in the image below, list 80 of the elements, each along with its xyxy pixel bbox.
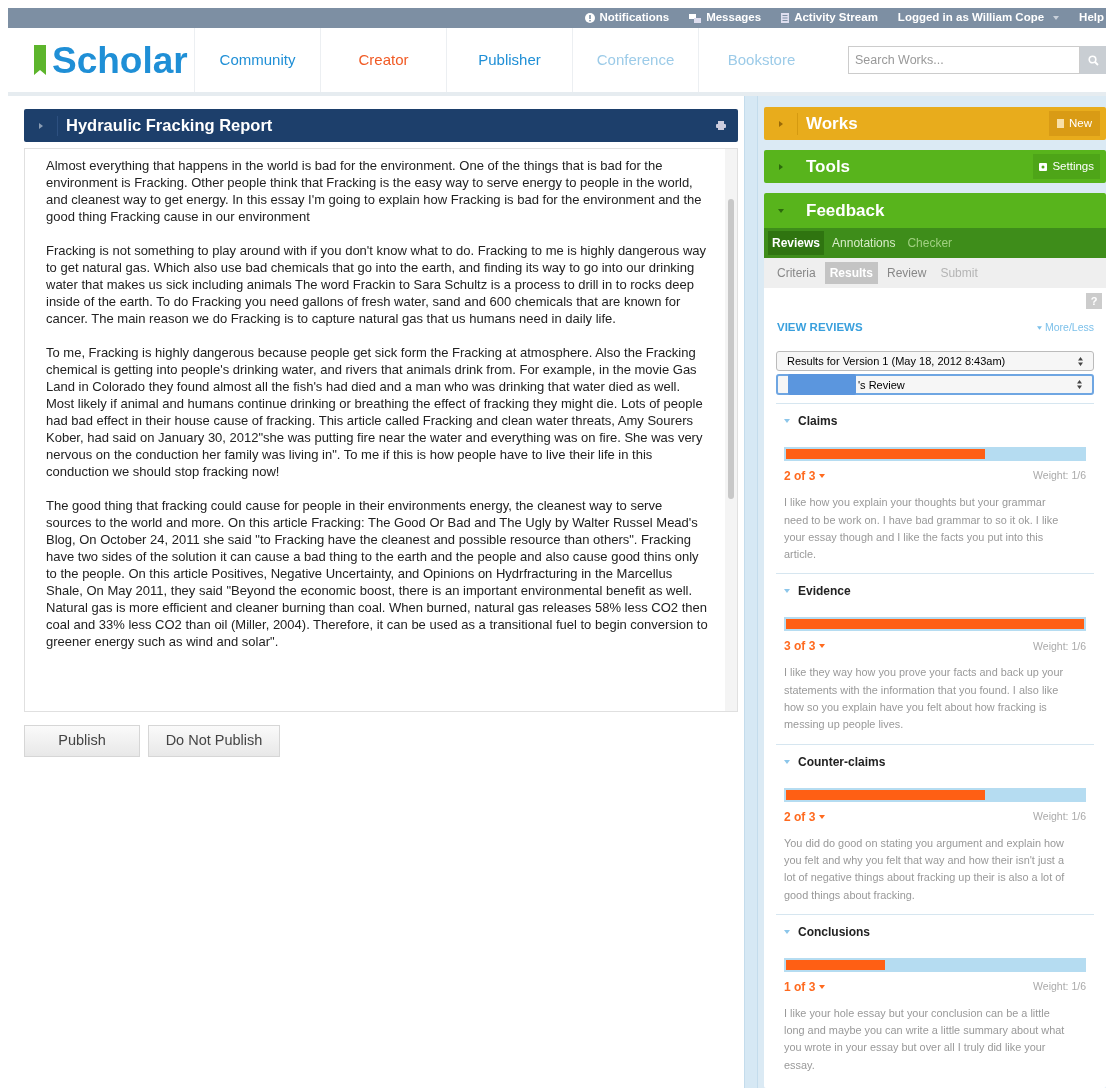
collapse-icon[interactable] (784, 419, 790, 424)
nav-tab[interactable]: Publisher (446, 28, 572, 92)
redaction-mark (788, 374, 856, 396)
score-dropdown[interactable]: 3 of 3 (784, 637, 826, 656)
search-field[interactable]: Search Works... (848, 46, 1080, 74)
expand-icon[interactable] (779, 163, 783, 170)
weight-label: Weight: 1/6 (1033, 978, 1086, 994)
document-icon (1057, 119, 1064, 128)
criterion-title: Counter-claims (798, 753, 886, 771)
work-title: Hydraulic Fracking Report (65, 115, 274, 137)
more-less-link[interactable]: More/Less (1036, 319, 1094, 336)
collapse-icon[interactable] (784, 589, 790, 594)
logo: Scholar (52, 41, 188, 79)
collapse-icon[interactable] (784, 759, 790, 764)
essay-paragraph: Fracking is not something to play around with if you don't know what to do. Fracking to me is highly dangerous way to get natural gas. Which also use bad chemicals that go into the earth, and finding its way to go into our drinking water that makes us sick including animals The word Frackin to Sara Schultz is a process to drill in to rocks deep inside of the earth. To do Fracking you need gallons of fresh water, sand and 600 chemicals that are known for cancer. The main reason we do Fracking is to capture natural gas that us humans need in daily life. (46, 242, 708, 327)
toggle-icon (1036, 325, 1042, 330)
essay-paragraph: To me, Fracking is highly dangerous because people get sick form the Fracking at atmosphere. Also the Fracking chemical is getting into people's drinking water, and rivers that animals drink from. For example, in the movie Gas Land in Colorado they found almost all the fish's had died and a man who was drinking that water died as well. Most likely if animal and humans continue drinking or breathing the effect of fracking they might die. Lots of people had bad effect in their house cause of fracking. This article called Fracking and clean water threats, Amy Sourers Kober, had said on January 30, 2012"she was putting fire near the water and everything was on fire. She was very nervous on the conduction her family was living in". To me if this is how people have to live their life in this conduction we should stop fracking now! (46, 344, 704, 480)
nav-tab[interactable]: Creator (320, 28, 446, 92)
score-dropdown[interactable]: 2 of 3 (784, 467, 826, 486)
reviewer-select[interactable]: 's Review (776, 374, 1094, 396)
notifications-link[interactable]: Notifications (584, 9, 670, 27)
score-label: 2 of 3 (784, 808, 816, 826)
score-dropdown[interactable]: 2 of 3 (784, 807, 826, 826)
criterion-title: Claims (798, 413, 838, 431)
new-button[interactable]: New (1049, 111, 1100, 136)
collapse-icon[interactable] (784, 929, 790, 934)
print-icon[interactable] (716, 121, 726, 130)
criterion-title: Conclusions (798, 923, 870, 941)
caret-icon (819, 474, 826, 479)
user-menu[interactable]: Logged in as William Cope (897, 9, 1060, 27)
weight-label: Weight: 1/6 (1033, 808, 1086, 824)
score-dropdown[interactable]: 1 of 3 (784, 977, 826, 996)
help-link[interactable]: Help (1079, 9, 1104, 27)
settings-button[interactable]: Settings (1033, 154, 1100, 179)
version-select[interactable]: Results for Version 1 (May 18, 2012 8:43am) (776, 351, 1094, 372)
search-button[interactable] (1080, 46, 1106, 74)
panel-title: Works (805, 112, 859, 135)
caret-icon (819, 984, 826, 989)
panel-title: Tools (805, 155, 852, 178)
section-heading: VIEW REVIEWS (777, 320, 863, 335)
feedback-tab[interactable]: Annotations (828, 231, 900, 255)
review-comment: You did do good on stating you argument and explain how you felt and why you felt that way and how their isn't just a lot of negative things about fracking up their is also a lot of good things about fracking. (784, 835, 1066, 903)
do-not-publish-button[interactable]: Do Not Publish (148, 725, 280, 757)
caret-icon (1053, 16, 1060, 20)
caret-icon (819, 644, 826, 649)
caret-icon (819, 814, 826, 819)
expand-icon[interactable] (38, 122, 43, 129)
splitter-bar[interactable] (744, 96, 758, 1088)
score-label: 2 of 3 (784, 468, 816, 486)
expand-icon[interactable] (778, 120, 783, 127)
score-label: 1 of 3 (784, 978, 816, 996)
review-comment: I like how you explain your thoughts but your grammar need to be work on. I have bad grammar to so it ok. I like your essay though and I like the facts you put into this article. (784, 495, 1060, 563)
search-icon (1087, 54, 1099, 66)
messages-link[interactable]: Messages (689, 9, 762, 27)
panel-title: Feedback (805, 199, 885, 222)
publish-button[interactable]: Publish (24, 725, 140, 757)
updown-icon (1077, 380, 1082, 390)
review-comment: I like your hole essay but your conclusion can be a little long and maybe you can write a little summary about what you wrote in your essay but over all I truly did like your essay. (784, 1005, 1066, 1073)
scrollbar-thumb[interactable] (728, 199, 734, 499)
subtab[interactable]: Results (824, 262, 879, 284)
chat-icon (689, 13, 702, 23)
essay-paragraph: The good thing that fracking could cause for people in their environments energy, the cleanest way to serve sources to the world and more. On this article Fracking: The Good Or Bad and The Ugly by Walter Russel Mead's Blog, On October 24, 2011 she said "to Fracking have the cleanest and possible resource than others". Fracking have two sides of the solution it can cause a bad thing to the earth and the people and also cause good thins only to the people. On this article Positives, Negative Uncertainty, and Opinions on Hydrfracturing in the Marcellus Shale, On May 2011, they said "Beyond the economic boost, there is an important environmental benefit as well. Natural gas is more efficient and cleaner burning than coal. When burned, natural gas releases 58% less CO2 then coal and 33% less CO2 than oil (Miller, 2004). Therefore, it can be used as a transitional fuel to begin conversion to greener energy such as wind and solar". (46, 497, 709, 650)
review-comment: I like they way how you prove your facts and back up your statements with the information that you found. I also like how so you explain have you felt about how fracking is messing up people lives. (784, 665, 1065, 733)
weight-label: Weight: 1/6 (1033, 638, 1086, 654)
help-button[interactable]: ? (1086, 293, 1102, 309)
score-label: 3 of 3 (784, 638, 816, 656)
settings-icon (1039, 162, 1048, 171)
updown-icon (1078, 356, 1083, 366)
activity-link[interactable]: Activity Stream (781, 9, 878, 27)
feedback-tab[interactable]: Reviews (768, 231, 825, 255)
subtab[interactable]: Criteria (772, 262, 821, 284)
weight-label: Weight: 1/6 (1033, 468, 1086, 484)
nav-tab[interactable]: Community (194, 28, 320, 92)
bookmark-icon (34, 45, 46, 75)
subtab[interactable]: Review (882, 262, 932, 284)
list-icon (781, 13, 790, 23)
essay-paragraph: Almost everything that happens in the world is bad for the environment. One of the things that is bad for the environment is Fracking. Other people think that Fracking is the easy way to serve energy to people in the world, and cleanest way to get energy. In this essay I'm going to explain how Fracking is bad for the environment and the good thing Fracking cause in our environment (46, 157, 703, 225)
alert-icon (584, 13, 595, 23)
criterion-title: Evidence (798, 583, 851, 601)
collapse-icon[interactable] (778, 208, 784, 213)
